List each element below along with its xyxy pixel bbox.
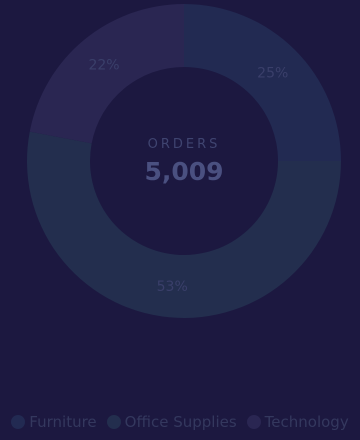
legend-swatch-furniture [11,415,26,429]
legend: Furniture Office Supplies Technology [0,413,360,431]
legend-label-technology: Technology [264,413,349,431]
legend-label-furniture: Furniture [29,413,97,431]
center-label: ORDERS [148,137,221,152]
slice-label-office-supplies: 53% [157,279,188,295]
legend-label-office-supplies: Office Supplies [124,413,237,431]
legend-swatch-office-supplies [106,415,121,429]
legend-item-furniture[interactable]: Furniture [11,413,97,431]
center-value: 5,009 [144,157,223,186]
legend-swatch-technology [246,415,261,429]
legend-item-office-supplies[interactable]: Office Supplies [106,413,237,431]
slice-technology[interactable] [29,4,185,144]
slice-label-furniture: 25% [257,65,288,81]
donut-chart: 25% 53% 22% ORDERS 5,009 [27,4,342,318]
slice-label-technology: 22% [88,57,119,73]
chart-container: 25% 53% 22% ORDERS 5,009 Furniture Office … [0,0,360,440]
legend-item-technology[interactable]: Technology [246,413,349,431]
